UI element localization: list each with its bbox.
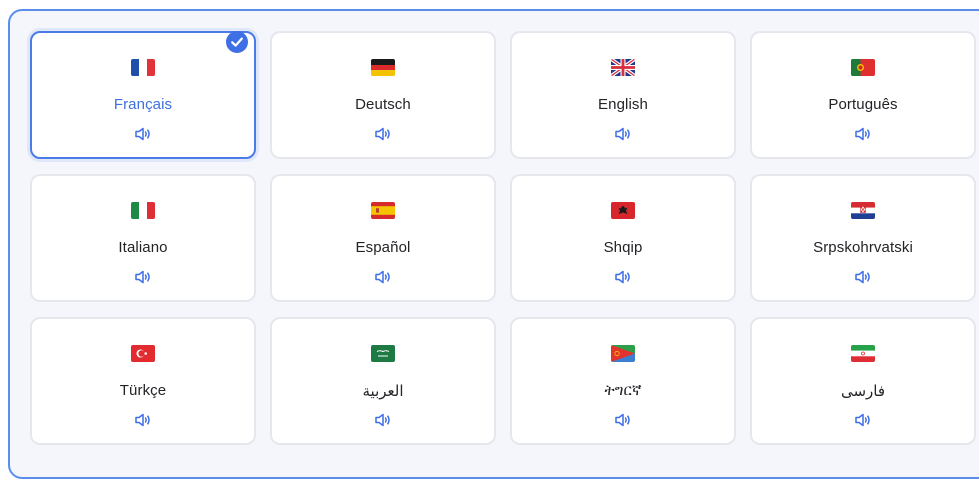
- language-card-english[interactable]: English: [510, 31, 736, 159]
- speaker-icon[interactable]: [854, 412, 872, 428]
- language-card-tigrinya[interactable]: ትግርኛ: [510, 317, 736, 445]
- language-card-deutsch[interactable]: Deutsch: [270, 31, 496, 159]
- speaker-icon[interactable]: [854, 126, 872, 142]
- flag-eritrea-icon: [611, 345, 635, 362]
- speaker-icon[interactable]: [374, 269, 392, 285]
- speaker-icon[interactable]: [374, 412, 392, 428]
- language-name: فارسی: [840, 383, 886, 400]
- speaker-icon[interactable]: [134, 126, 152, 142]
- language-name: العربية: [362, 383, 404, 400]
- language-name: Shqip: [603, 239, 643, 256]
- language-name: Italiano: [118, 239, 168, 256]
- flag-saudi-arabia-icon: [371, 345, 395, 362]
- speaker-icon[interactable]: [614, 412, 632, 428]
- language-card-turkce[interactable]: Türkçe: [30, 317, 256, 445]
- language-name: English: [598, 96, 648, 113]
- flag-germany-icon: [371, 59, 395, 76]
- speaker-icon[interactable]: [614, 126, 632, 142]
- language-card-srpskohrvatski[interactable]: Srpskohrvatski: [750, 174, 976, 302]
- language-card-italiano[interactable]: Italiano: [30, 174, 256, 302]
- language-grid: Français Deutsch English Português Itali…: [30, 31, 976, 445]
- flag-spain-icon: [371, 202, 395, 219]
- language-name: Srpskohrvatski: [813, 239, 913, 256]
- language-name: Français: [113, 96, 173, 113]
- language-name: Türkçe: [119, 382, 167, 399]
- language-card-francais[interactable]: Français: [30, 31, 256, 159]
- flag-uk-icon: [611, 59, 635, 76]
- language-name: ትግርኛ: [604, 382, 642, 399]
- flag-croatia-icon: [851, 202, 875, 219]
- flag-albania-icon: [611, 202, 635, 219]
- flag-iran-icon: [851, 345, 875, 362]
- checkmark-icon: [226, 31, 248, 53]
- flag-france-icon: [131, 59, 155, 76]
- language-name: Português: [828, 96, 898, 113]
- flag-italy-icon: [131, 202, 155, 219]
- language-card-shqip[interactable]: Shqip: [510, 174, 736, 302]
- flag-portugal-icon: [851, 59, 875, 76]
- language-card-farsi[interactable]: فارسی: [750, 317, 976, 445]
- speaker-icon[interactable]: [614, 269, 632, 285]
- speaker-icon[interactable]: [134, 269, 152, 285]
- flag-turkey-icon: [131, 345, 155, 362]
- language-card-portugues[interactable]: Português: [750, 31, 976, 159]
- speaker-icon[interactable]: [374, 126, 392, 142]
- speaker-icon[interactable]: [854, 269, 872, 285]
- language-card-arabic[interactable]: العربية: [270, 317, 496, 445]
- language-name: Deutsch: [355, 96, 411, 113]
- language-card-espanol[interactable]: Español: [270, 174, 496, 302]
- language-name: Español: [355, 239, 411, 256]
- speaker-icon[interactable]: [134, 412, 152, 428]
